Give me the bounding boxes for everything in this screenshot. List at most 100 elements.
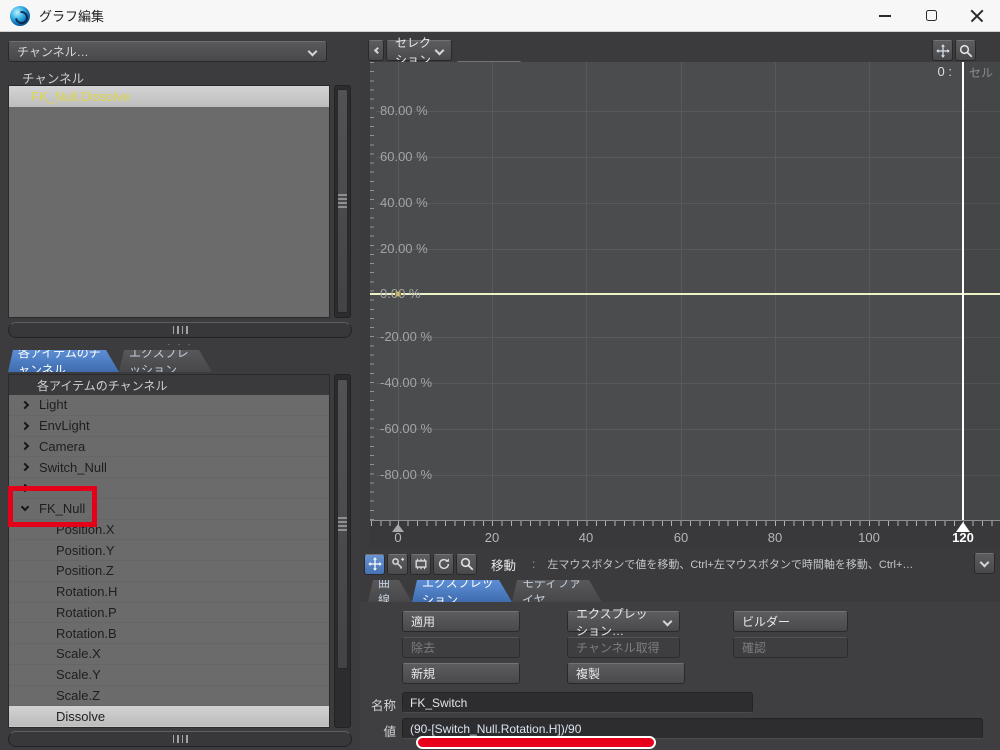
- tool-hint-text: 左マウスボタンで値を移動、Ctrl+左マウスボタンで時間軸を移動、Ctrl+…: [547, 556, 937, 572]
- zoom-box-tool-button[interactable]: [456, 554, 477, 575]
- y-axis-label: 60.00 %: [380, 149, 428, 164]
- curve-zero-line[interactable]: [370, 293, 1000, 295]
- tree-channel-scale-x[interactable]: Scale.X: [9, 644, 329, 665]
- duplicate-button[interactable]: 複製: [567, 663, 685, 684]
- y-axis-label: -80.00 %: [380, 467, 432, 482]
- button-label: チャンネル取得: [576, 639, 660, 656]
- tree-item-label: Switch_Null: [39, 460, 107, 475]
- minimize-button[interactable]: [862, 0, 908, 32]
- tree-channel-position-z[interactable]: Position.Z: [9, 561, 329, 582]
- tab-curves[interactable]: 曲線: [368, 580, 412, 602]
- tree-item-light[interactable]: Light: [9, 395, 329, 416]
- tree-item-camera[interactable]: Camera: [9, 437, 329, 458]
- tree-item-switch-null[interactable]: Switch_Null: [9, 457, 329, 478]
- tree-channel-rotation-h[interactable]: Rotation.H: [9, 582, 329, 603]
- graph-editor-window: グラフ編集 チャンネル… チャンネル FK_Null.Dissolve · · …: [0, 0, 1000, 750]
- tree-item-label: Scale.Y: [56, 667, 101, 682]
- chevron-right-icon[interactable]: [21, 442, 29, 450]
- h-gridline: [376, 157, 1000, 158]
- tree-channel-rotation-p[interactable]: Rotation.P: [9, 603, 329, 624]
- y-axis-label: 0.00 %: [380, 286, 420, 301]
- chevron-right-icon[interactable]: [21, 463, 29, 471]
- tree-item-label: Camera: [39, 439, 85, 454]
- v-gridline: [869, 62, 870, 520]
- tree-header: 各アイテムのチャンネル: [9, 375, 329, 395]
- channel-list[interactable]: FK_Null.Dissolve: [8, 85, 330, 318]
- move-tool-button[interactable]: [364, 554, 385, 575]
- graph-panel: セレクション キー フットプリント 自動フィット 表示 その他…: [360, 33, 1000, 750]
- expression-value: (90-[Switch_Null.Rotation.H])/90: [410, 722, 581, 736]
- channel-menu-dropdown[interactable]: チャンネル…: [8, 41, 327, 62]
- tab-expressions[interactable]: エクスプレッション: [119, 350, 212, 372]
- tree-channel-position-y[interactable]: Position.Y: [9, 540, 329, 561]
- tree-channel-dissolve[interactable]: Dissolve: [9, 706, 329, 727]
- chevron-down-icon: [663, 617, 673, 627]
- scrollbar-thumb[interactable]: [337, 89, 348, 313]
- channel-list-item-selected[interactable]: FK_Null.Dissolve: [9, 86, 329, 107]
- out-of-range-region: [964, 62, 1000, 520]
- tree-channel-scale-y[interactable]: Scale.Y: [9, 665, 329, 686]
- zoom-tool-button[interactable]: [955, 40, 976, 61]
- tree-hscrollbar[interactable]: [8, 731, 352, 747]
- button-label: 確認: [742, 639, 766, 656]
- chevron-right-icon[interactable]: [21, 421, 29, 429]
- x-axis-label: 40: [579, 530, 593, 545]
- window-title: グラフ編集: [39, 6, 104, 25]
- expression-preset-dropdown[interactable]: エクスプレッション…: [567, 611, 680, 632]
- v-gridline: [681, 62, 682, 520]
- x-axis-label: 100: [858, 530, 880, 545]
- graph-plot-area[interactable]: 80.00 % 60.00 % 40.00 % 20.00 % 0.00 % -…: [370, 62, 1000, 520]
- tree-channel-rotation-b[interactable]: Rotation.B: [9, 623, 329, 644]
- chevron-down-icon: [308, 47, 318, 57]
- scrollbar-thumb[interactable]: [337, 379, 348, 669]
- roller-icon: [414, 557, 428, 571]
- refresh-tool-button[interactable]: [433, 554, 454, 575]
- tab-expression[interactable]: エクスプレッション: [412, 580, 512, 602]
- roll-tool-button[interactable]: [410, 554, 431, 575]
- chevron-right-icon[interactable]: [21, 401, 29, 409]
- frame-readout: 0 :: [938, 64, 952, 79]
- tab-item-channels[interactable]: 各アイテムのチャンネル: [8, 350, 119, 372]
- channel-list-hscrollbar[interactable]: [8, 322, 352, 338]
- chevron-down-icon: [435, 46, 445, 56]
- y-axis-label: -40.00 %: [380, 375, 432, 390]
- time-axis[interactable]: 0 20 40 60 80 100 120: [370, 520, 1000, 548]
- remove-button[interactable]: 除去: [402, 637, 520, 658]
- tree-item-envlight[interactable]: EnvLight: [9, 416, 329, 437]
- maximize-button[interactable]: [908, 0, 954, 32]
- add-key-tool-button[interactable]: [387, 554, 408, 575]
- dropdown-label: エクスプレッション…: [576, 605, 659, 639]
- expression-panel: 適用 除去 新規 エクスプレッション… チャンネル取得 複製 ビルダー 確認 名…: [360, 602, 1000, 750]
- key-plus-icon: [391, 557, 405, 571]
- tree-scrollbar[interactable]: [334, 374, 351, 728]
- channel-name: FK_Null.Dissolve: [31, 89, 130, 104]
- name-field[interactable]: FK_Switch: [402, 692, 753, 713]
- x-axis-label: 60: [674, 530, 688, 545]
- h-gridline: [376, 429, 1000, 430]
- pan-tool-button[interactable]: [932, 40, 953, 61]
- close-button[interactable]: [954, 0, 1000, 32]
- tree-item-label: Dissolve: [56, 709, 105, 724]
- get-channel-button[interactable]: チャンネル取得: [567, 637, 680, 658]
- status-options-button[interactable]: [974, 553, 995, 574]
- apply-button[interactable]: 適用: [402, 611, 520, 632]
- confirm-button[interactable]: 確認: [733, 637, 848, 658]
- menu-selection[interactable]: セレクション: [386, 40, 452, 61]
- button-label: 除去: [411, 639, 435, 656]
- back-button[interactable]: [368, 40, 384, 61]
- panel-resize-handle[interactable]: · · ·: [0, 339, 360, 350]
- magnifier-icon: [460, 557, 474, 571]
- tree-channel-scale-z[interactable]: Scale.Z: [9, 686, 329, 707]
- y-axis-label: 40.00 %: [380, 195, 428, 210]
- annotation-red-underline: [416, 736, 656, 749]
- h-gridline: [376, 111, 1000, 112]
- new-button[interactable]: 新規: [402, 663, 520, 684]
- h-gridline: [376, 249, 1000, 250]
- tab-modifier[interactable]: モディファイヤ: [512, 580, 602, 602]
- tool-status-bar: 移動 : 左マウスボタンで値を移動、Ctrl+左マウスボタンで時間軸を移動、Ct…: [360, 548, 1000, 580]
- builder-button[interactable]: ビルダー: [733, 611, 848, 632]
- current-frame-line[interactable]: [962, 62, 964, 520]
- channel-list-scrollbar[interactable]: [334, 85, 351, 318]
- titlebar: グラフ編集: [0, 0, 1000, 32]
- button-label: 複製: [576, 665, 600, 682]
